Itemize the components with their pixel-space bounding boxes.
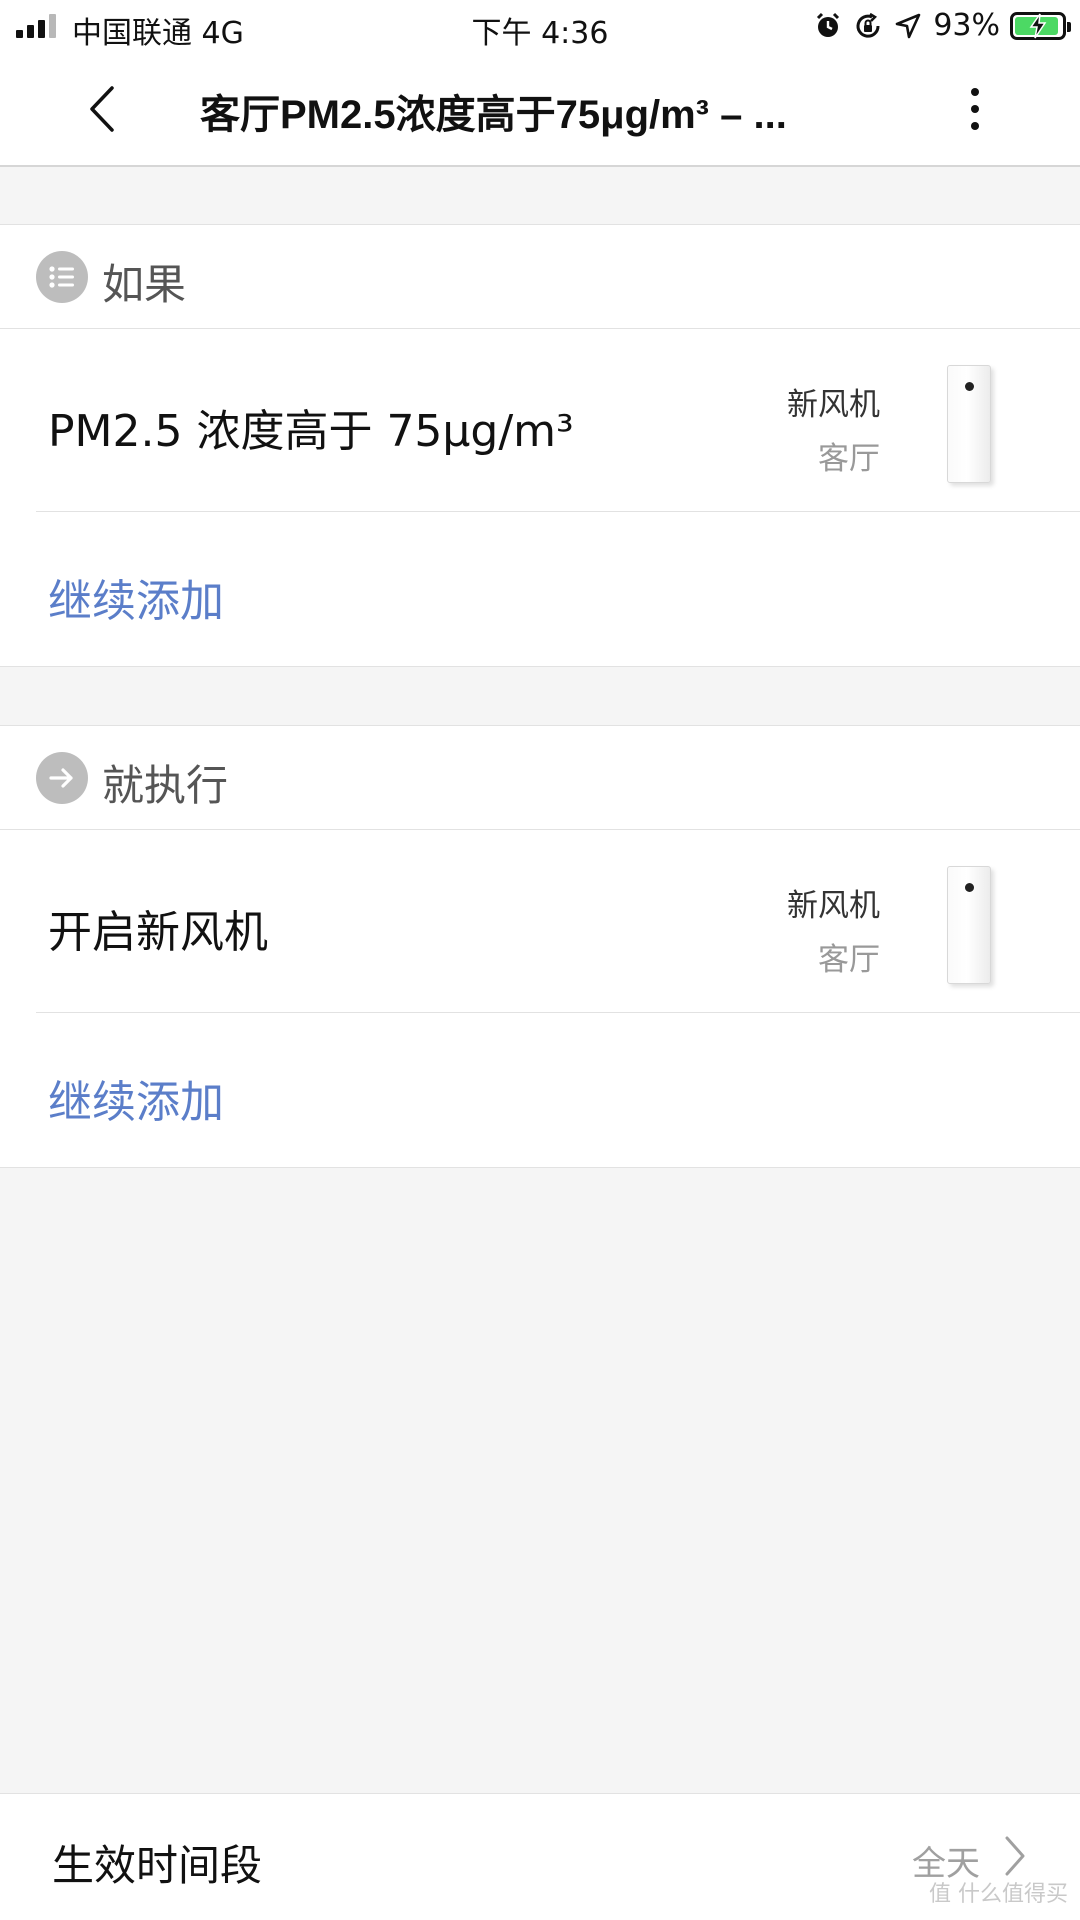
watermark-text: 值 什么值得买 (929, 1882, 1068, 1907)
rotation-lock-icon (853, 11, 883, 41)
battery-percent: 93% (933, 8, 1000, 43)
automation-detail-screen: 中国联通 4G 下午 4:36 93% 客厅PM2.5浓度高于75μg/m³ –… (0, 0, 1080, 1920)
air-purifier-device-image (947, 866, 991, 984)
more-options-button[interactable] (960, 84, 990, 134)
divider (36, 511, 1080, 512)
condition-row[interactable]: PM2.5 浓度高于 75μg/m³ 新风机 客厅 (0, 329, 1080, 511)
location-icon (893, 11, 923, 41)
add-condition-link[interactable]: 继续添加 (48, 565, 224, 629)
effective-period-label: 生效时间段 (52, 1841, 263, 1890)
action-device-name: 新风机 (787, 888, 880, 924)
condition-device-room: 客厅 (818, 441, 880, 477)
divider (36, 1012, 1080, 1013)
if-section: 如果 PM2.5 浓度高于 75μg/m³ 新风机 客厅 继续添加 (0, 224, 1080, 667)
status-bar: 中国联通 4G 下午 4:36 93% (0, 0, 1080, 52)
chevron-left-icon (90, 86, 114, 132)
status-right-group: 93% (813, 8, 1071, 43)
action-row[interactable]: 开启新风机 新风机 客厅 (0, 830, 1080, 1012)
action-device-room: 客厅 (818, 942, 880, 978)
if-section-label: 如果 (102, 260, 187, 309)
effective-period-row[interactable]: 生效时间段 全天 值 什么值得买 (0, 1793, 1080, 1920)
back-button[interactable] (80, 82, 128, 136)
then-section: 就执行 开启新风机 新风机 客厅 继续添加 (0, 725, 1080, 1168)
condition-text: PM2.5 浓度高于 75μg/m³ (48, 406, 574, 457)
battery-charging-icon (1010, 11, 1071, 40)
then-section-header: 就执行 (0, 726, 1080, 830)
more-vertical-icon (971, 88, 979, 130)
air-purifier-device-image (947, 365, 991, 483)
if-section-header: 如果 (0, 225, 1080, 329)
add-action-link[interactable]: 继续添加 (48, 1066, 224, 1130)
condition-device-name: 新风机 (787, 387, 880, 423)
arrow-right-icon (36, 752, 88, 804)
top-nav-bar: 客厅PM2.5浓度高于75μg/m³ – ... (0, 52, 1080, 167)
alarm-icon (813, 11, 843, 41)
action-text: 开启新风机 (48, 907, 268, 958)
then-section-label: 就执行 (102, 761, 229, 810)
page-title: 客厅PM2.5浓度高于75μg/m³ – ... (200, 93, 787, 137)
chevron-right-icon (1005, 1836, 1025, 1876)
list-icon (36, 251, 88, 303)
